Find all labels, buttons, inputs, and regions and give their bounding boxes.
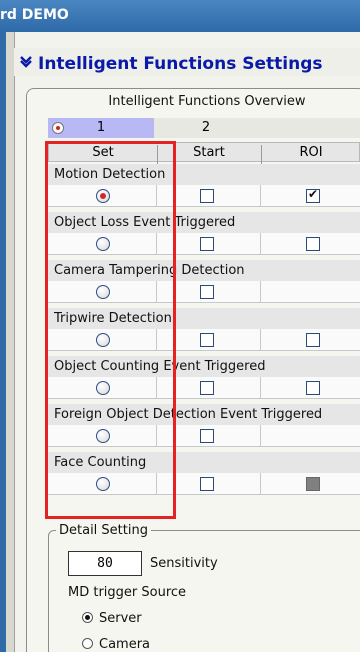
column-start: Start xyxy=(193,145,225,160)
detail-setting-title: Detail Setting xyxy=(56,523,151,538)
function-controls-row xyxy=(48,329,360,351)
start-checkbox[interactable] xyxy=(200,381,214,395)
start-checkbox[interactable] xyxy=(200,429,214,443)
set-radio[interactable] xyxy=(96,429,110,443)
function-label: Foreign Object Detection Event Triggered xyxy=(48,404,360,425)
start-checkbox[interactable] xyxy=(200,285,214,299)
column-roi: ROI xyxy=(299,145,323,160)
source-option-camera[interactable]: Camera xyxy=(82,637,150,652)
roi-checkbox[interactable] xyxy=(306,333,320,347)
start-checkbox[interactable] xyxy=(200,333,214,347)
source-option-server[interactable]: Server xyxy=(82,611,142,626)
tab-1-label: 1 xyxy=(96,120,106,135)
column-divider xyxy=(260,329,261,351)
function-label: Tripwire Detection xyxy=(48,308,360,329)
column-divider xyxy=(156,233,157,255)
column-set: Set xyxy=(92,145,114,160)
page-title-text: Intelligent Functions Settings xyxy=(38,54,323,74)
column-divider xyxy=(260,185,261,207)
set-radio[interactable] xyxy=(96,333,110,347)
column-divider xyxy=(260,425,261,447)
window-titlebar[interactable]: rd DEMO xyxy=(0,0,360,32)
set-radio[interactable] xyxy=(96,237,110,251)
roi-checkbox[interactable] xyxy=(306,187,320,203)
tab-1-radio[interactable] xyxy=(52,122,64,134)
function-label: Object Loss Event Triggered xyxy=(48,212,360,233)
column-divider xyxy=(260,281,261,303)
md-trigger-source-label: MD trigger Source xyxy=(68,585,187,600)
roi-checkbox[interactable] xyxy=(306,381,320,395)
column-divider xyxy=(156,377,157,399)
function-controls-row xyxy=(48,425,360,447)
function-label: Motion Detection xyxy=(48,164,360,185)
column-divider xyxy=(156,185,157,207)
start-checkbox[interactable] xyxy=(200,189,214,203)
source-server-label: Server xyxy=(99,611,142,626)
set-radio[interactable] xyxy=(96,189,110,203)
source-camera-label: Camera xyxy=(99,637,151,652)
function-controls-row xyxy=(48,281,360,303)
start-checkbox[interactable] xyxy=(200,237,214,251)
function-label: Object Counting Event Triggered xyxy=(48,356,360,377)
function-controls-row xyxy=(48,473,360,495)
column-divider xyxy=(260,233,261,255)
overview-title: Intelligent Functions Overview xyxy=(108,94,306,109)
set-radio[interactable] xyxy=(96,477,110,491)
source-server-radio[interactable] xyxy=(82,612,93,623)
function-controls-row xyxy=(48,377,360,399)
roi-checkbox[interactable] xyxy=(306,237,320,251)
tab-3 xyxy=(258,118,360,138)
function-controls-row xyxy=(48,233,360,255)
function-label: Camera Tampering Detection xyxy=(48,260,360,281)
function-label: Face Counting xyxy=(48,452,360,473)
page-title: Intelligent Functions Settings xyxy=(14,48,360,76)
source-camera-radio[interactable] xyxy=(82,638,93,649)
column-divider xyxy=(260,377,261,399)
window-title: rd DEMO xyxy=(0,7,69,23)
column-divider xyxy=(260,473,261,495)
function-controls-row xyxy=(48,185,360,207)
start-checkbox[interactable] xyxy=(200,477,214,491)
tab-1[interactable]: 1 xyxy=(48,118,154,138)
sensitivity-label: Sensitivity xyxy=(150,556,218,571)
window-gap xyxy=(6,32,14,652)
tab-2[interactable]: 2 xyxy=(154,118,258,138)
column-divider xyxy=(156,473,157,495)
set-radio[interactable] xyxy=(96,381,110,395)
roi-checkbox xyxy=(306,477,320,491)
column-divider xyxy=(156,425,157,447)
double-chevron-down-icon xyxy=(20,56,32,68)
set-radio[interactable] xyxy=(96,285,110,299)
sensitivity-input[interactable]: 80 xyxy=(68,551,142,576)
tab-2-label: 2 xyxy=(201,120,211,135)
column-divider xyxy=(156,281,157,303)
table-header: Set Start ROI xyxy=(48,142,360,165)
column-divider xyxy=(156,329,157,351)
channel-tabs: 1 2 xyxy=(48,118,360,138)
